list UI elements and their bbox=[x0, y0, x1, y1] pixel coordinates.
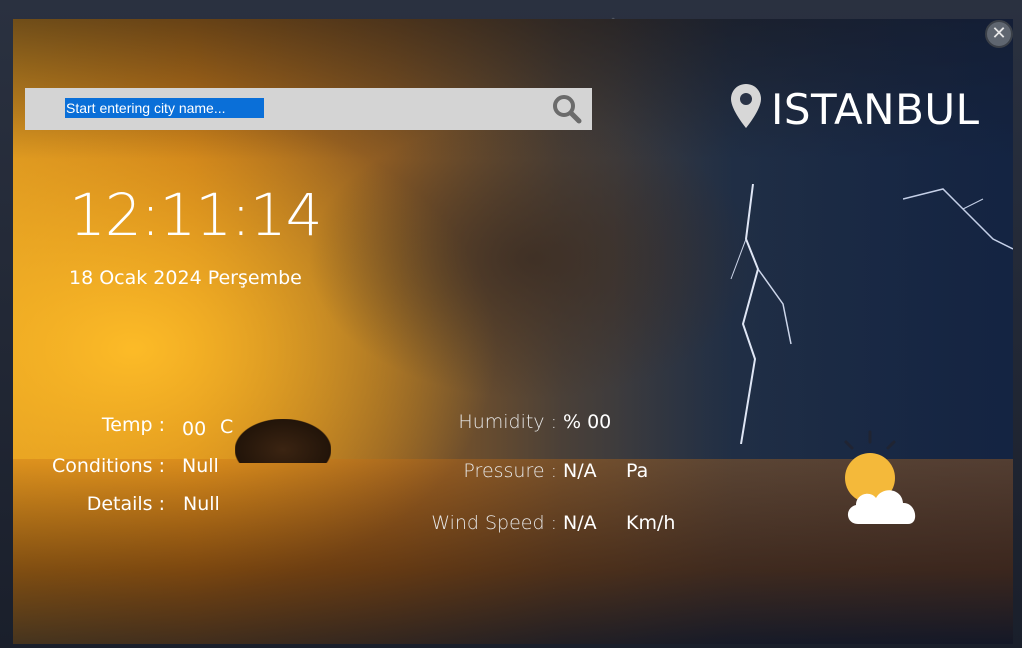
lightning-bolt-icon bbox=[903, 188, 1013, 250]
details-label: Details : bbox=[86, 493, 165, 515]
details-value: Null bbox=[183, 493, 220, 515]
humidity-value: % 00 bbox=[563, 411, 612, 433]
wind-speed-value: N/A bbox=[563, 512, 597, 534]
island-image bbox=[235, 419, 331, 463]
temp-value: 00 bbox=[182, 418, 207, 440]
clock-time: 12:11:14 bbox=[69, 181, 322, 249]
conditions-value: Null bbox=[182, 455, 219, 477]
wind-speed-label: Wind Speed : bbox=[431, 512, 557, 534]
city-search-input[interactable] bbox=[65, 98, 264, 118]
temp-label: Temp : bbox=[101, 414, 165, 436]
lightning-bolt-icon bbox=[730, 184, 792, 444]
map-pin-icon bbox=[731, 84, 761, 128]
close-button[interactable]: ✕ bbox=[985, 20, 1013, 48]
city-name: ISTANBUL bbox=[771, 85, 980, 134]
conditions-label: Conditions : bbox=[51, 455, 165, 477]
temp-unit: C bbox=[220, 416, 234, 438]
pressure-value: N/A bbox=[563, 460, 597, 482]
partly-cloudy-icon bbox=[844, 430, 916, 524]
wind-speed-unit: Km/h bbox=[626, 512, 676, 534]
humidity-label: Humidity : bbox=[458, 411, 557, 433]
weather-app-window: ISTANBUL 12:11:14 18 Ocak 2024 Perşembe … bbox=[13, 19, 1013, 644]
pressure-unit: Pa bbox=[626, 460, 649, 482]
clock-date: 18 Ocak 2024 Perşembe bbox=[69, 267, 302, 289]
pressure-label: Pressure : bbox=[463, 460, 557, 482]
search-icon[interactable] bbox=[552, 94, 582, 124]
city-search-box bbox=[25, 88, 592, 130]
